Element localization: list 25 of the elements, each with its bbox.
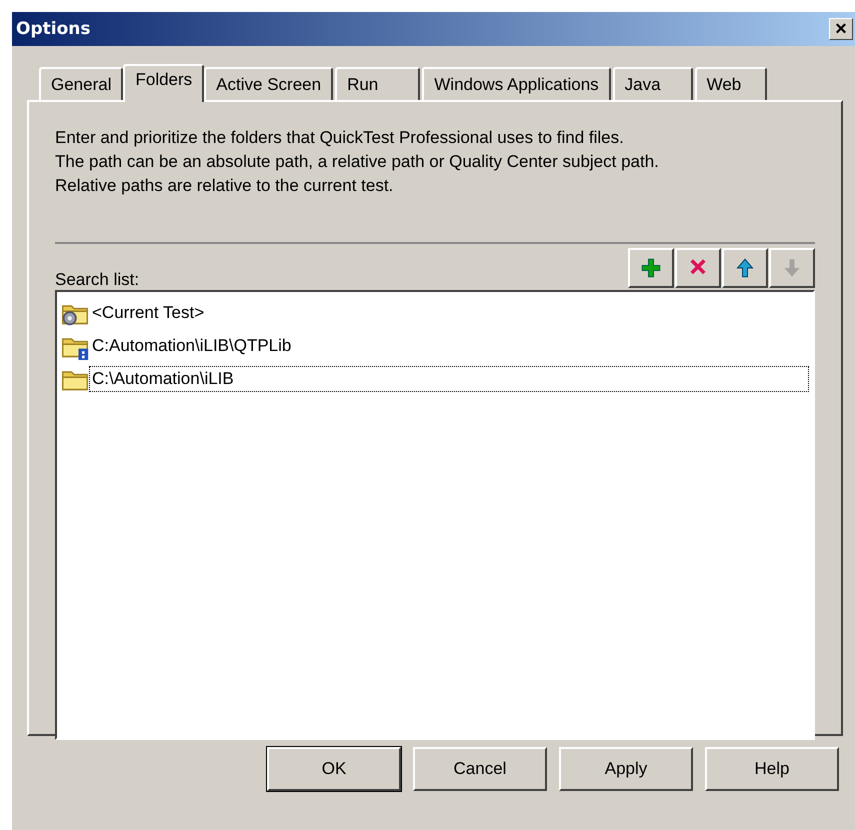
dialog-button[interactable]: Help [705,747,839,791]
dialog-button[interactable]: OK [267,747,401,791]
list-item[interactable]: C:Automation\iLIB\QTPLib [89,332,809,358]
up-arrow-icon [735,258,755,278]
tab[interactable]: Web [694,67,768,100]
dialog-button[interactable]: Cancel [413,747,547,791]
description-text: The path can be an absolute path, a relative path or Quality Center subject path. [55,151,660,173]
tab[interactable]: Run [335,67,420,100]
add-button[interactable] [628,248,674,288]
tab[interactable]: Java [612,67,693,100]
search-list-label: Search list: [55,270,140,290]
description-text: Enter and prioritize the folders that QuickTest Professional uses to find files. [55,127,625,149]
down-arrow-icon [782,258,802,278]
window-title: Options [16,19,90,39]
dialog-button[interactable]: Apply [559,747,693,791]
close-button[interactable]: × [829,18,853,40]
description-text: Relative paths are relative to the current test. [55,175,394,197]
list-item[interactable]: C:\Automation\iLIB [89,366,809,392]
tab[interactable]: Folders [123,64,204,102]
tab[interactable]: Windows Applications [422,67,611,100]
up-arrow-button[interactable] [722,248,768,288]
tab[interactable]: Active Screen [204,67,334,100]
add-icon [641,258,661,278]
delete-button[interactable] [675,248,721,288]
list-item[interactable]: <Current Test> [89,300,809,326]
